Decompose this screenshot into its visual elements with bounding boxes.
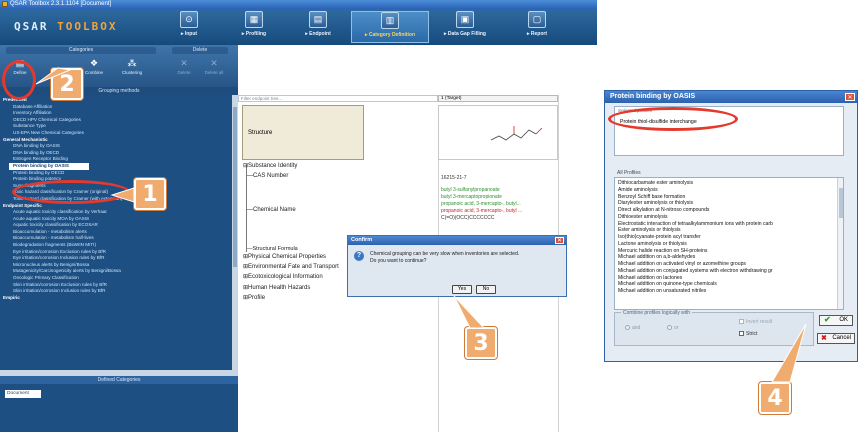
callout-pointers (35, 67, 807, 383)
